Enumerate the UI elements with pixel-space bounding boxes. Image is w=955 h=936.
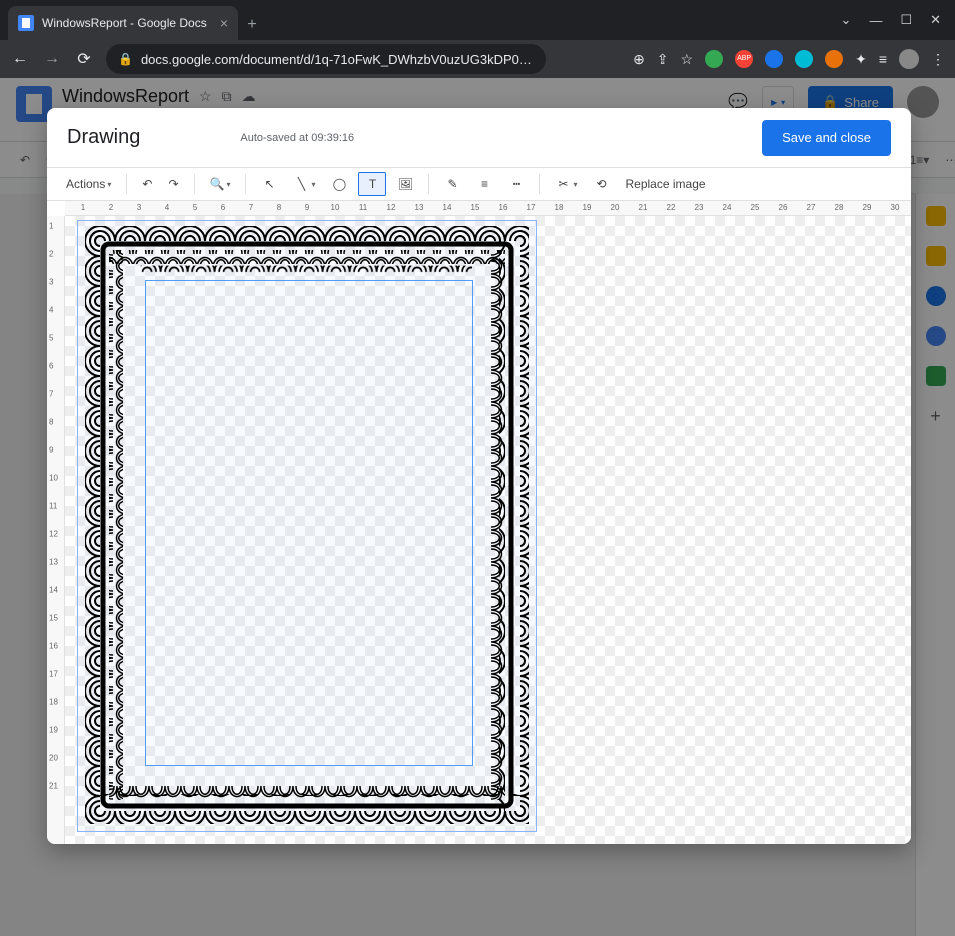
save-and-close-button[interactable]: Save and close <box>762 120 891 156</box>
border-color-icon[interactable]: ✎ <box>439 173 465 195</box>
selection-bounds-inner[interactable] <box>145 280 473 766</box>
replace-image-button[interactable]: Replace image <box>621 174 711 194</box>
border-weight-icon[interactable]: ≡ <box>471 173 497 195</box>
redo-draw-icon[interactable]: ↷ <box>163 174 183 194</box>
drawing-ruler-vertical: 123456789101112131415161718192021 <box>47 216 65 844</box>
browser-tab-strip: WindowsReport - Google Docs × + ⌄ — ☐ ✕ <box>0 0 955 40</box>
share-url-icon[interactable]: ⇪ <box>657 51 669 68</box>
window-controls: ⌄ — ☐ ✕ <box>827 0 955 40</box>
extension-robot-icon[interactable] <box>795 50 813 68</box>
tab-title: WindowsReport - Google Docs <box>42 16 212 30</box>
browser-menu-icon[interactable]: ⋮ <box>931 51 945 68</box>
close-window-icon[interactable]: ✕ <box>930 12 941 28</box>
docs-favicon-icon <box>18 15 34 31</box>
drawing-title: Drawing <box>67 126 140 149</box>
crop-icon[interactable]: ✂▾ <box>550 173 582 195</box>
drawing-ruler-horizontal: 1234567891011121314151617181920212223242… <box>65 201 911 216</box>
reload-button[interactable]: ⟳ <box>74 49 94 69</box>
extension-beta-icon[interactable] <box>705 50 723 68</box>
border-dash-icon[interactable]: ┅ <box>503 173 529 195</box>
browser-address-bar: ← → ⟳ 🔒 docs.google.com/document/d/1q-71… <box>0 40 955 78</box>
lock-icon: 🔒 <box>118 52 133 66</box>
drawing-header: Drawing Auto-saved at 09:39:16 Save and … <box>47 108 911 168</box>
drawing-modal: Drawing Auto-saved at 09:39:16 Save and … <box>47 108 911 844</box>
extensions-icon[interactable]: ✦ <box>855 51 867 68</box>
url-text: docs.google.com/document/d/1q-71oFwK_DWh… <box>141 52 532 67</box>
profile-avatar-icon[interactable] <box>899 49 919 69</box>
extension-s-icon[interactable] <box>765 50 783 68</box>
select-tool-icon[interactable]: ↖ <box>256 173 282 195</box>
forward-button[interactable]: → <box>42 50 62 68</box>
image-tool-icon[interactable]: 🖼 <box>392 173 418 195</box>
reset-image-icon[interactable]: ⟲ <box>589 173 615 195</box>
url-field[interactable]: 🔒 docs.google.com/document/d/1q-71oFwK_D… <box>106 44 546 74</box>
drawing-canvas[interactable] <box>65 216 911 844</box>
search-url-icon[interactable]: ⊕ <box>633 51 645 68</box>
new-tab-button[interactable]: + <box>238 16 266 40</box>
playlist-icon[interactable]: ≡ <box>879 51 887 67</box>
line-tool-icon[interactable]: ╲▾ <box>288 173 320 195</box>
shape-tool-icon[interactable]: ◯ <box>326 173 352 195</box>
maximize-icon[interactable]: ☐ <box>900 12 912 28</box>
star-icon[interactable]: ☆ <box>681 51 694 68</box>
drawing-toolbar: Actions ▾ ↶ ↷ 🔍▾ ↖ ╲▾ ◯ T 🖼 ✎ ≡ ┅ ✂▾ ⟲ R… <box>47 168 911 201</box>
extension-abp-icon[interactable]: ABP <box>735 50 753 68</box>
browser-tab[interactable]: WindowsReport - Google Docs × <box>8 6 238 40</box>
caret-down-icon[interactable]: ⌄ <box>841 12 852 28</box>
autosave-status: Auto-saved at 09:39:16 <box>240 132 354 144</box>
actions-menu[interactable]: Actions ▾ <box>61 174 116 194</box>
close-tab-icon[interactable]: × <box>220 15 228 31</box>
undo-draw-icon[interactable]: ↶ <box>137 174 157 194</box>
extension-fox-icon[interactable] <box>825 50 843 68</box>
textbox-tool-icon[interactable]: T <box>358 172 386 196</box>
minimize-icon[interactable]: — <box>869 13 882 28</box>
zoom-draw-icon[interactable]: 🔍▾ <box>205 174 236 194</box>
back-button[interactable]: ← <box>10 50 30 68</box>
